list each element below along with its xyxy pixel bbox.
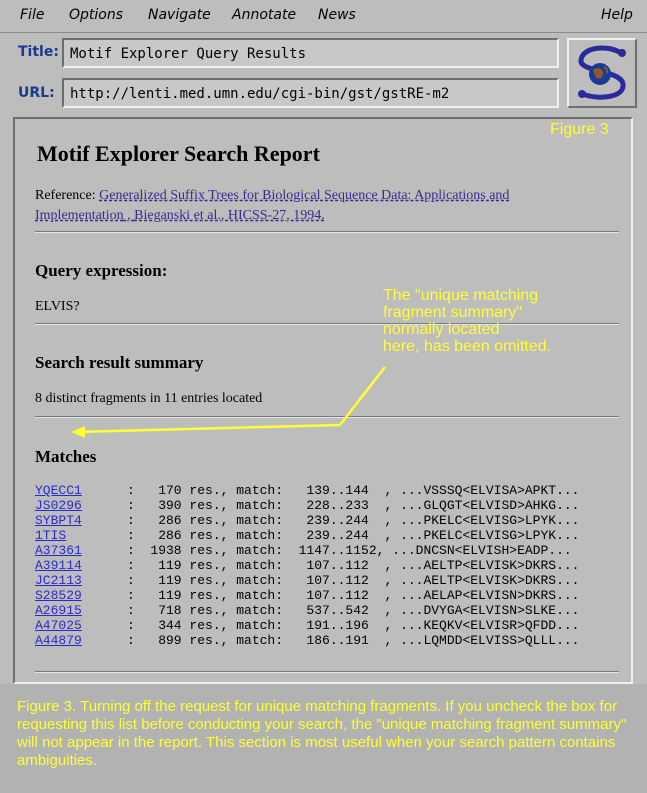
menu-annotate[interactable]: Annotate [232, 7, 296, 23]
figure-caption: Figure 3. Turning off the request for un… [0, 684, 647, 793]
url-field[interactable]: http://lenti.med.umn.edu/cgi-bin/gst/gst… [62, 78, 559, 108]
menu-file[interactable]: File [20, 7, 44, 23]
title-label: Title: [18, 44, 59, 60]
globe-s-logo-svg [578, 45, 626, 100]
globe-s-logo-icon[interactable] [567, 38, 637, 108]
menu-news[interactable]: News [318, 7, 356, 23]
menu-options[interactable]: Options [69, 7, 123, 23]
title-field[interactable]: Motif Explorer Query Results [62, 38, 559, 68]
menu-help[interactable]: Help [601, 7, 633, 23]
menu-navigate[interactable]: Navigate [148, 7, 211, 23]
document-view[interactable]: Figure 3 Motif Explorer Search Report Re… [13, 117, 633, 684]
annotation-arrow [71, 366, 386, 438]
url-label: URL: [18, 85, 55, 101]
menu-bar: File Options Navigate Annotate News Help [0, 0, 647, 33]
